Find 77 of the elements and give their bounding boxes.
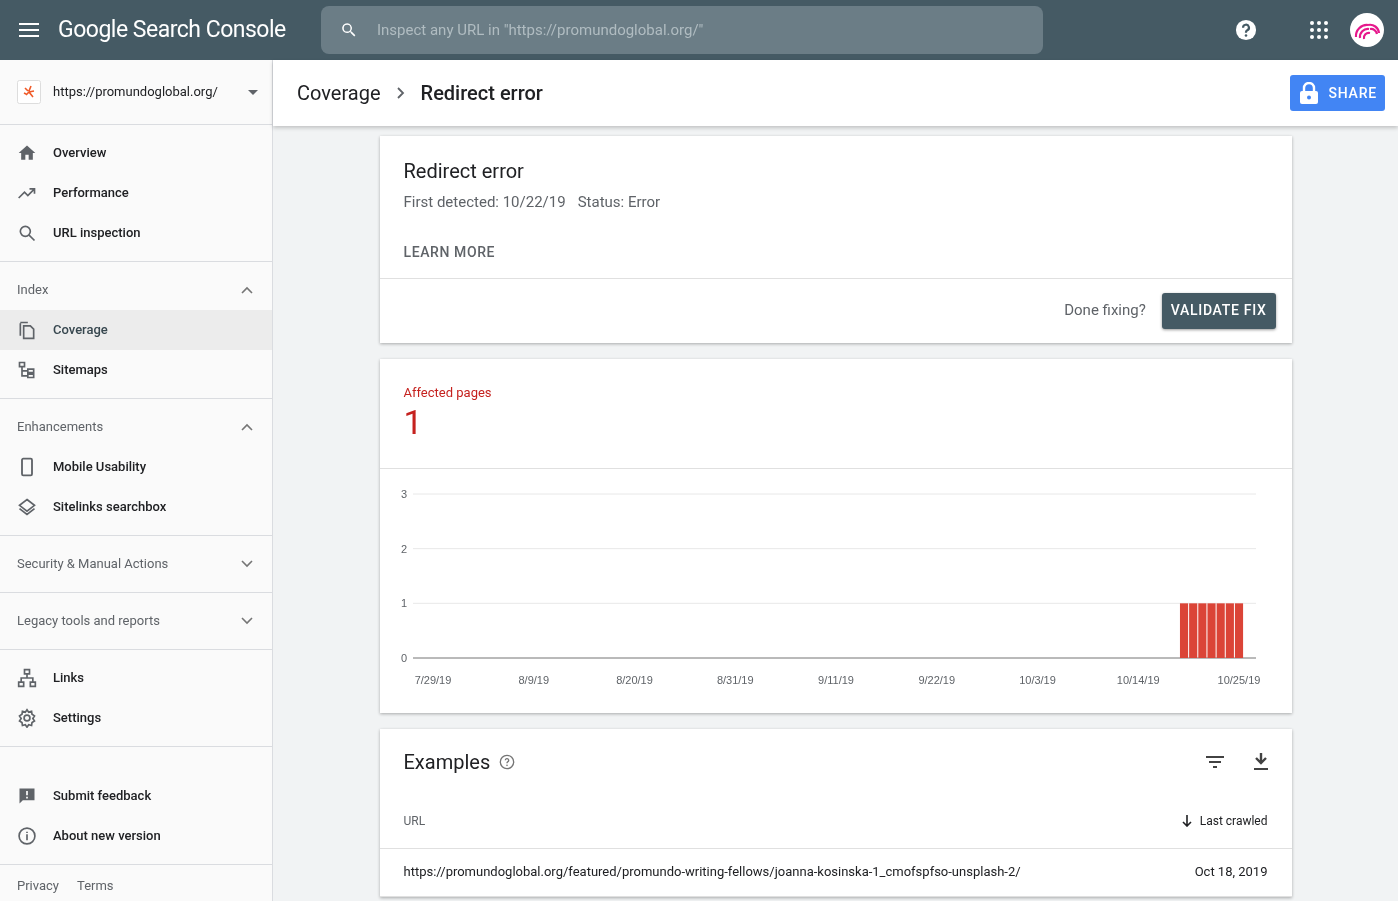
x-axis-label: 8/9/19: [517, 673, 549, 686]
validate-fix-button[interactable]: VALIDATE FIX: [1161, 292, 1276, 329]
sidebar-item[interactable]: Overview: [0, 133, 272, 173]
sidebar-item[interactable]: Coverage: [0, 310, 272, 350]
metric-label: Affected pages: [403, 383, 493, 402]
chevron-icon: [241, 617, 253, 625]
done-fixing-prompt: Done fixing?: [1064, 300, 1146, 322]
page-title: Redirect error: [420, 80, 543, 107]
y-axis-label: 0: [400, 651, 407, 664]
learn-more-link[interactable]: LEARN MORE: [403, 237, 496, 268]
chevron-right-icon: [396, 87, 405, 99]
sidebar-item[interactable]: Submit feedback: [0, 776, 272, 816]
metric-value: 1: [403, 402, 424, 442]
sidebar-item[interactable]: Performance: [0, 173, 272, 213]
section-header[interactable]: Index: [0, 270, 272, 310]
search-field[interactable]: Inspect any URL in "https://promundoglobal.org/": [321, 6, 1043, 54]
y-axis-label: 3: [400, 487, 407, 500]
share-button[interactable]: SHARE: [1290, 75, 1385, 111]
lock-icon: [1300, 82, 1319, 104]
x-axis-label: 10/14/19: [1116, 673, 1160, 686]
arrow-down-icon: [1181, 815, 1192, 827]
app-title: Google Search Console: [58, 14, 287, 45]
sidebar-item[interactable]: Links: [0, 658, 272, 698]
x-axis-label: 10/3/19: [1018, 673, 1056, 686]
sitemap-icon: [17, 360, 37, 380]
chevron-icon: [241, 286, 253, 294]
x-axis-label: 10/25/19: [1217, 673, 1260, 686]
footer-link[interactable]: Terms: [77, 876, 114, 896]
search-icon: [17, 223, 37, 243]
filter-icon[interactable]: [1205, 755, 1224, 768]
chevron-icon: [241, 423, 253, 431]
sidebar-item[interactable]: Sitemaps: [0, 350, 272, 390]
property-selector[interactable]: https://promundoglobal.org/: [0, 60, 272, 125]
chevron-icon: [241, 560, 253, 568]
help-icon[interactable]: [1235, 19, 1257, 41]
issue-status: Status: Error: [577, 192, 661, 213]
help-outline-icon[interactable]: [499, 753, 516, 770]
feedback-icon: [17, 786, 37, 806]
menu-icon: [19, 23, 39, 37]
site-logo-icon: [17, 80, 41, 104]
x-axis-label: 7/29/19: [414, 673, 451, 686]
download-icon[interactable]: [1253, 753, 1268, 770]
first-detected: First detected: 10/22/19: [403, 192, 566, 213]
search-input[interactable]: Inspect any URL in "https://promundoglobal.org/": [377, 18, 1043, 42]
section-header[interactable]: Enhancements: [0, 407, 272, 447]
sidebar-item[interactable]: Settings: [0, 698, 272, 738]
x-axis-label: 9/22/19: [917, 673, 955, 686]
sidebar-item[interactable]: About new version: [0, 816, 272, 856]
sidebar-item[interactable]: Mobile Usability: [0, 447, 272, 487]
y-axis-label: 2: [400, 542, 407, 555]
network-icon: [17, 668, 37, 688]
url-cell[interactable]: https://promundoglobal.org/featured/promundo-writing-fellows/joanna-kosinska-1_cmofspfso-unsplash-2/: [403, 862, 1195, 882]
sort-column-header[interactable]: Last crawled: [1181, 812, 1268, 830]
sidebar-item[interactable]: URL inspection: [0, 213, 272, 253]
dropdown-caret-icon: [248, 89, 258, 95]
section-header[interactable]: Security & Manual Actions: [0, 544, 272, 584]
x-axis-label: 8/20/19: [615, 673, 653, 686]
gear-icon: [17, 708, 37, 728]
apps-grid-icon[interactable]: [1310, 21, 1328, 39]
info-icon: [17, 826, 37, 846]
copy-file-icon: [17, 320, 37, 340]
date-cell-text: Oct 18, 2019: [1194, 863, 1268, 882]
footer-link[interactable]: Privacy: [17, 876, 59, 896]
property-url: https://promundoglobal.org/: [53, 83, 219, 102]
x-axis-label: 8/31/19: [716, 673, 754, 686]
home-icon: [17, 143, 37, 163]
issue-title: Redirect error: [403, 158, 525, 185]
search-icon: [340, 21, 358, 39]
layers-icon: [17, 497, 37, 517]
breadcrumb-link[interactable]: Coverage: [297, 78, 381, 108]
sidebar-item[interactable]: Sitelinks searchbox: [0, 487, 272, 527]
y-axis-label: 1: [400, 596, 407, 609]
column-header: URL: [403, 813, 427, 830]
section-header[interactable]: Legacy tools and reports: [0, 601, 272, 641]
card-title: Examples: [403, 748, 491, 776]
avatar-icon[interactable]: [1350, 13, 1384, 47]
x-axis-label: 9/11/19: [817, 673, 854, 686]
